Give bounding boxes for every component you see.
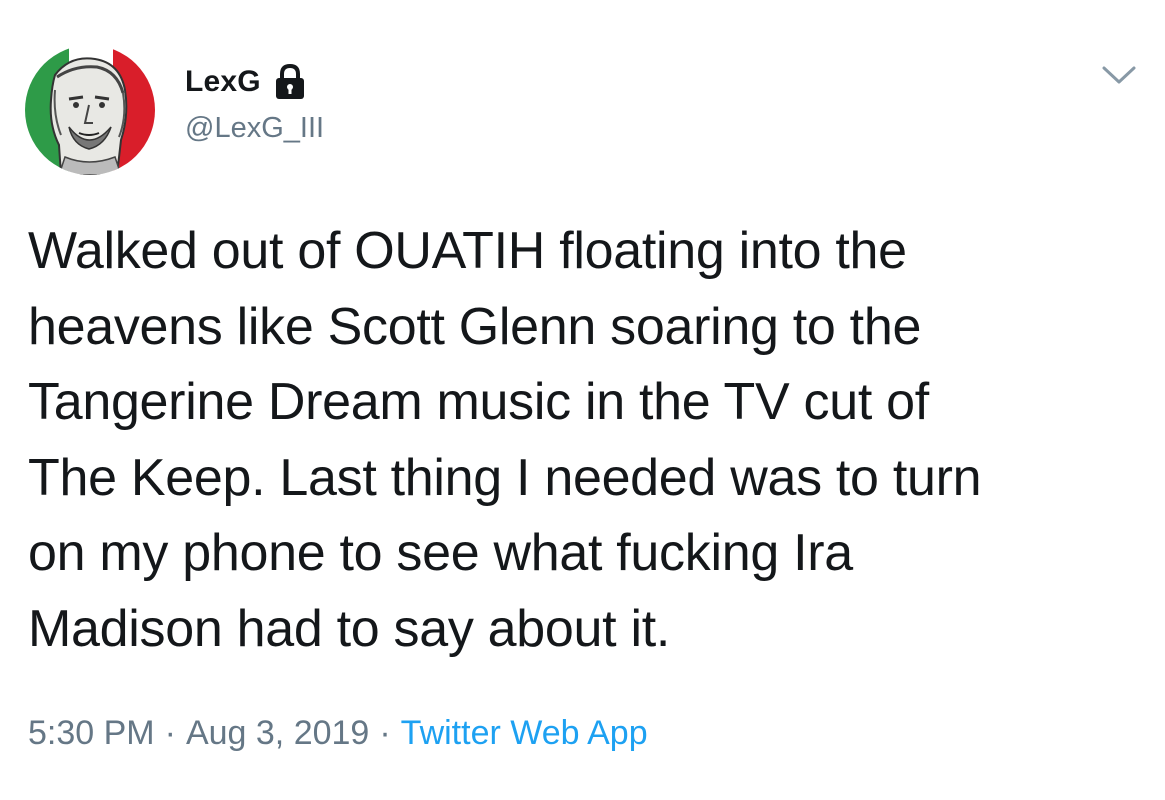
- author-handle[interactable]: @LexG_III: [185, 112, 324, 145]
- meta-separator: ·: [379, 714, 391, 752]
- tweet-time[interactable]: 5:30 PM: [28, 714, 155, 752]
- meta-separator: ·: [164, 714, 176, 752]
- tweet-card: LexG @LexG_III Walked out of OUATIH floa…: [0, 0, 1165, 800]
- avatar-image: [25, 45, 155, 175]
- display-name[interactable]: LexG: [185, 65, 261, 99]
- author-name-row[interactable]: LexG: [185, 62, 307, 102]
- tweet-source-link[interactable]: Twitter Web App: [401, 714, 648, 752]
- tweet-meta: 5:30 PM · Aug 3, 2019 · Twitter Web App: [28, 714, 648, 753]
- chevron-down-icon[interactable]: [1100, 62, 1138, 88]
- tweet-text: Walked out of OUATIH floating into the h…: [28, 222, 982, 658]
- avatar[interactable]: [25, 45, 155, 175]
- lock-icon: [273, 63, 307, 100]
- tweet-date[interactable]: Aug 3, 2019: [186, 714, 369, 752]
